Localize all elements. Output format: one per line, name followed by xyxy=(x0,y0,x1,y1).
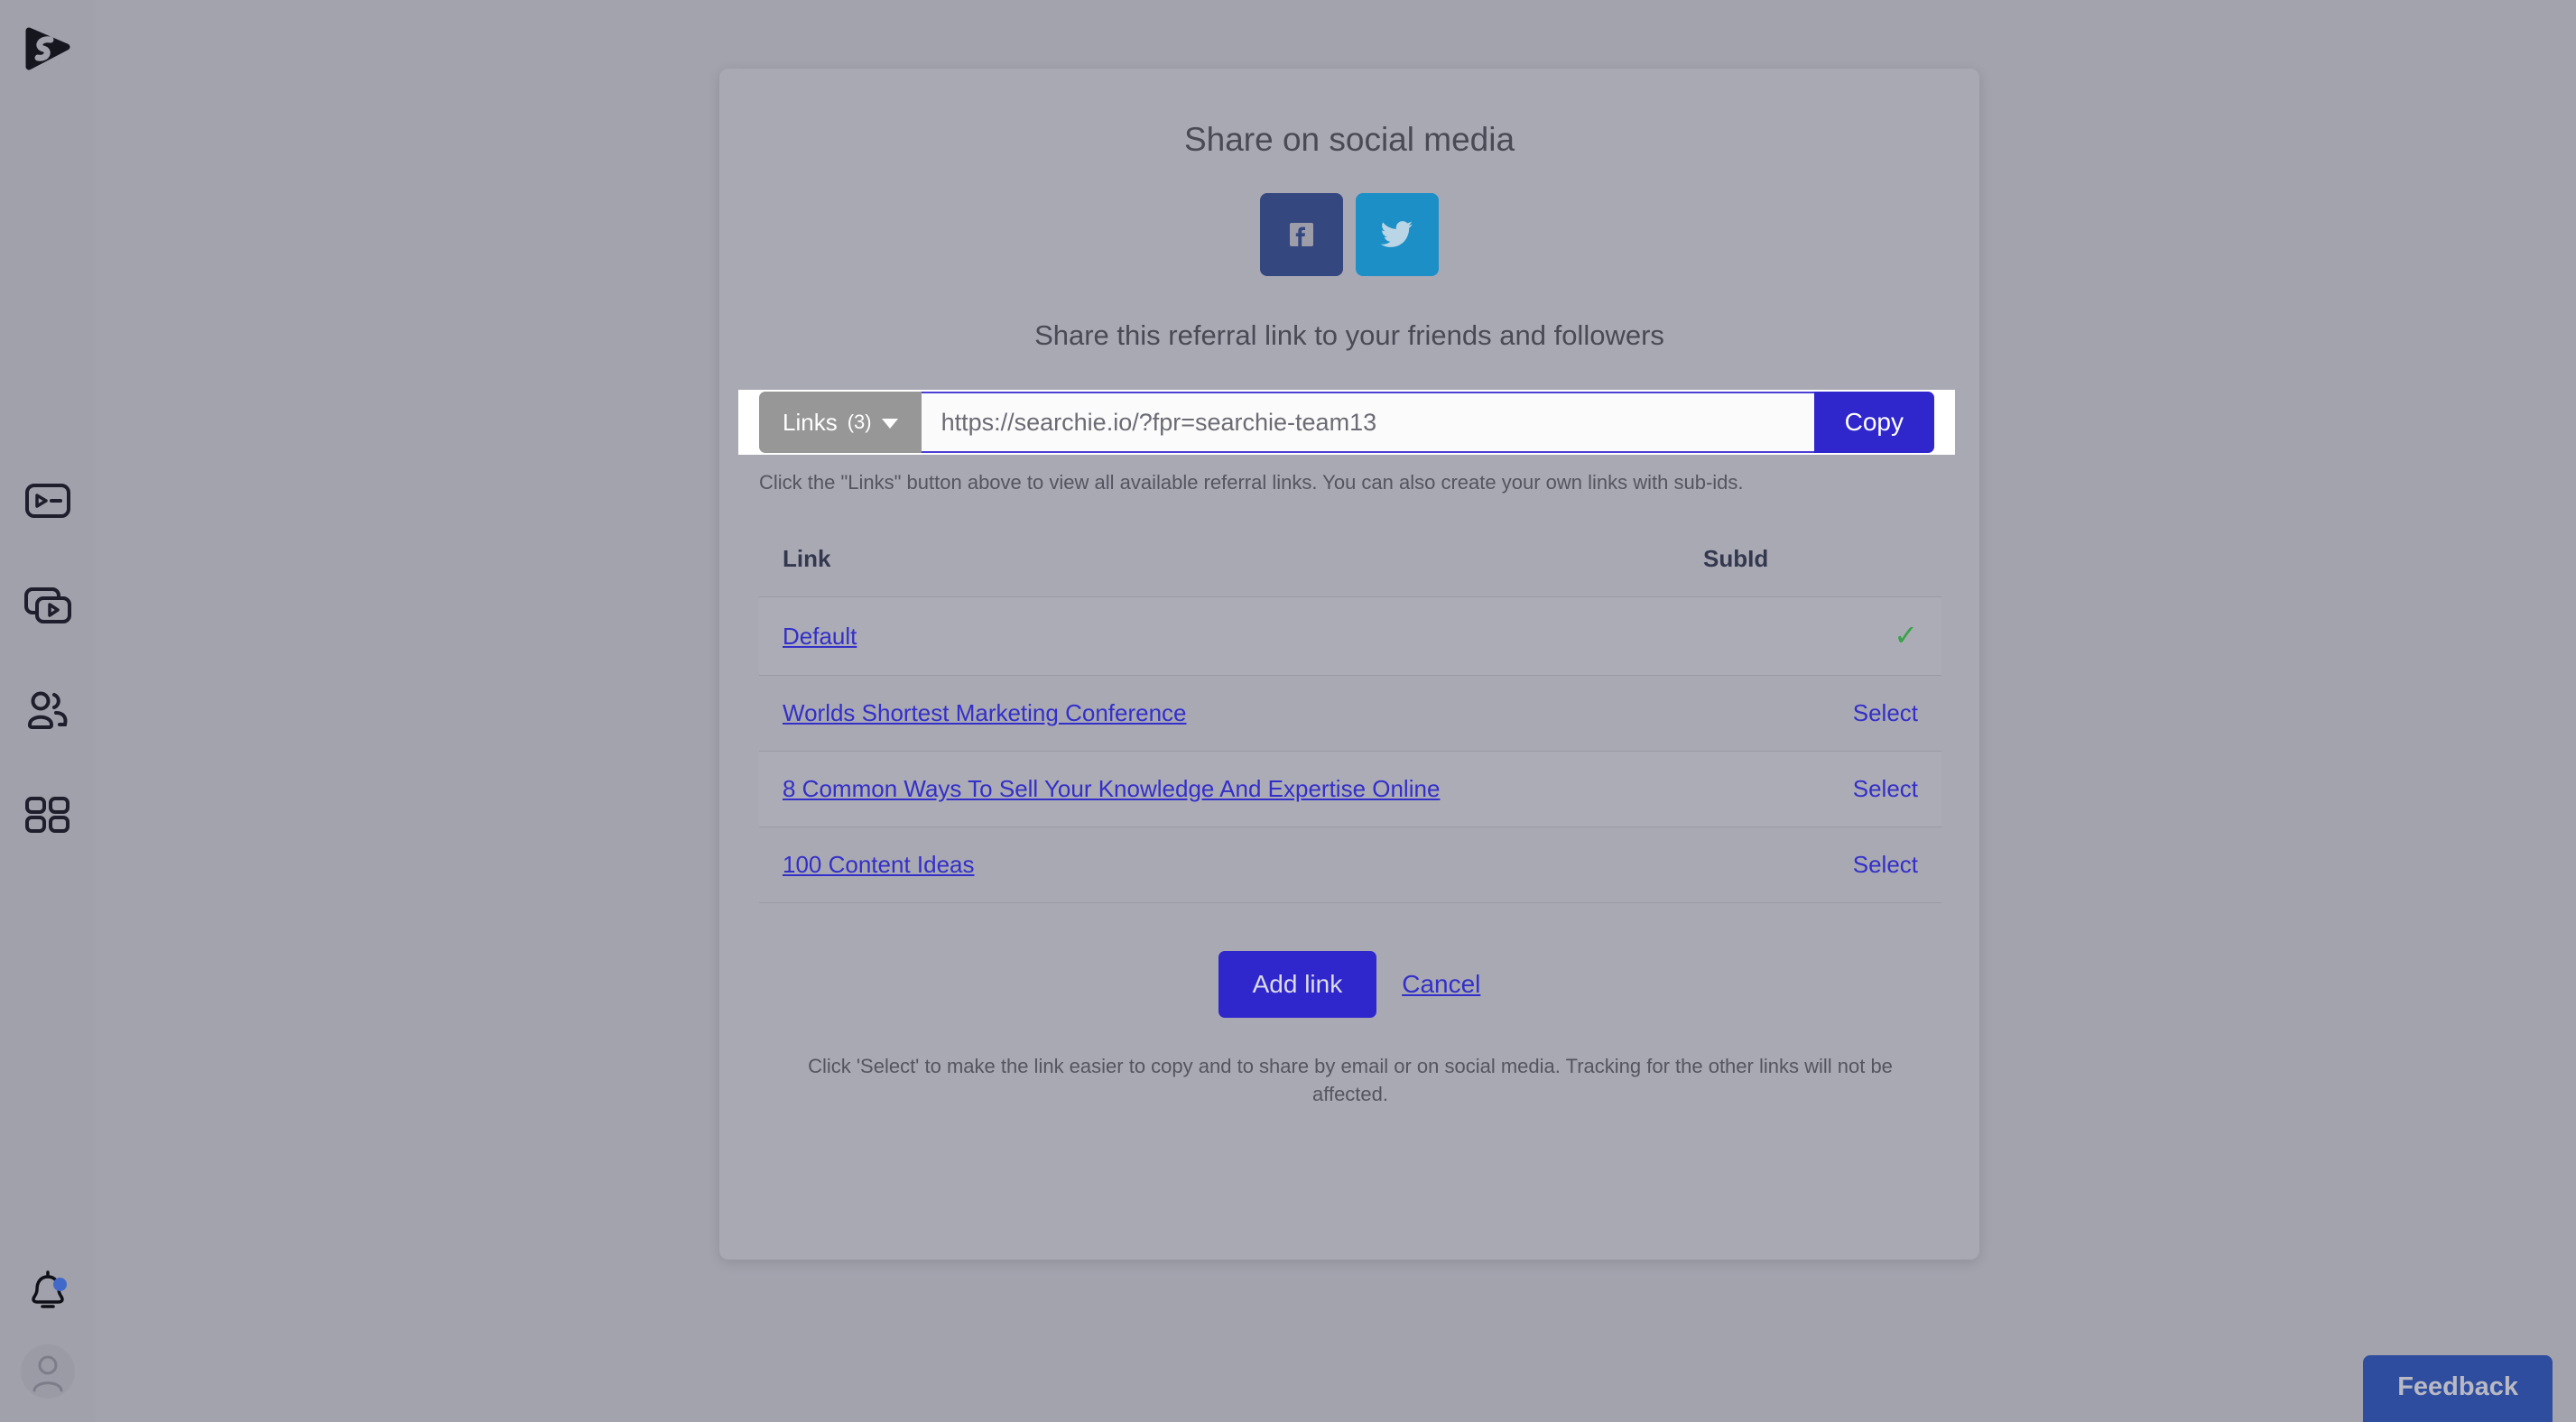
referral-link-input[interactable] xyxy=(921,392,1814,453)
table-cell-link: Default xyxy=(759,596,1680,676)
table-cell-action: Select xyxy=(1680,751,1941,827)
media-player-icon xyxy=(25,484,70,518)
sidebar-item-media[interactable] xyxy=(20,473,76,529)
user-avatar[interactable] xyxy=(21,1344,75,1399)
table-cell-action: Select xyxy=(1680,675,1941,752)
column-header-subid: SubId xyxy=(1703,545,1769,572)
share-modal: Share on social media Share this referra… xyxy=(719,69,1979,1260)
facebook-icon xyxy=(1290,223,1313,246)
notifications-button[interactable] xyxy=(23,1267,72,1316)
table-header-row: Link SubId xyxy=(759,545,1941,597)
user-avatar-icon xyxy=(32,1355,63,1392)
referral-link-name[interactable]: 8 Common Ways To Sell Your Knowledge And… xyxy=(783,775,1440,802)
modal-footer-note: Click 'Select' to make the link easier t… xyxy=(808,1055,1893,1106)
modal-title: Share on social media xyxy=(1183,121,1515,158)
table-row: 100 Content Ideas Select xyxy=(759,826,1941,903)
referral-heading: Share this referral link to your friends… xyxy=(1034,319,1664,351)
apps-grid-icon xyxy=(25,797,69,833)
audiences-icon xyxy=(28,691,68,729)
twitter-share-button[interactable] xyxy=(1356,193,1439,276)
links-dropdown-label: Links xyxy=(783,408,838,436)
table-row: Worlds Shortest Marketing Conference Sel… xyxy=(759,675,1941,752)
modal-actions: Add link Cancel xyxy=(719,951,1979,1018)
notification-badge-dot xyxy=(53,1278,67,1291)
referral-links-table: Link SubId Default ✓ Worlds Shortest Mar… xyxy=(759,545,1941,903)
searchie-logo[interactable] xyxy=(14,22,82,76)
app-root: Share on social media Share this referra… xyxy=(0,0,2576,1422)
sidebar-item-library[interactable] xyxy=(20,577,76,633)
referral-link-name[interactable]: 100 Content Ideas xyxy=(783,851,975,878)
referral-link-name[interactable]: Worlds Shortest Marketing Conference xyxy=(783,699,1187,726)
sidebar-item-apps[interactable] xyxy=(20,787,76,843)
copy-button[interactable]: Copy xyxy=(1813,392,1934,453)
bell-icon xyxy=(32,1270,64,1308)
table-row: 8 Common Ways To Sell Your Knowledge And… xyxy=(759,751,1941,827)
table-cell-link: Worlds Shortest Marketing Conference xyxy=(759,675,1680,752)
sidebar-nav xyxy=(20,473,76,843)
table-cell-link: 100 Content Ideas xyxy=(759,826,1680,903)
social-share-buttons xyxy=(719,193,1979,276)
select-link-button[interactable]: Select xyxy=(1853,699,1918,726)
left-sidebar xyxy=(0,0,96,1422)
twitter-icon xyxy=(1380,221,1413,247)
table-head: Link SubId xyxy=(759,545,1941,597)
facebook-share-button[interactable] xyxy=(1260,193,1343,276)
feedback-button[interactable]: Feedback xyxy=(2363,1355,2553,1422)
referral-link-name[interactable]: Default xyxy=(783,623,857,650)
table-cell-action: ✓ xyxy=(1680,596,1941,676)
video-library-icon xyxy=(24,587,71,623)
column-header-link: Link xyxy=(783,545,831,572)
select-link-button[interactable]: Select xyxy=(1853,775,1918,802)
searchie-logo-icon xyxy=(25,27,70,70)
referral-link-band: Links (3) Copy xyxy=(738,390,1955,455)
cancel-button[interactable]: Cancel xyxy=(1402,970,1480,999)
table-body: Default ✓ Worlds Shortest Marketing Conf… xyxy=(759,596,1941,903)
links-dropdown-count: (3) xyxy=(847,411,872,433)
links-helper-text: Click the "Links" button above to view a… xyxy=(759,471,1744,494)
table-cell-link: 8 Common Ways To Sell Your Knowledge And… xyxy=(759,751,1680,827)
chevron-down-icon xyxy=(881,419,898,429)
sidebar-item-audiences[interactable] xyxy=(20,682,76,738)
selected-check-icon: ✓ xyxy=(1894,619,1918,651)
sidebar-bottom xyxy=(0,1267,96,1399)
table-cell-action: Select xyxy=(1680,826,1941,903)
table-row: Default ✓ xyxy=(759,596,1941,676)
add-link-button[interactable]: Add link xyxy=(1218,951,1377,1018)
select-link-button[interactable]: Select xyxy=(1853,851,1918,878)
links-dropdown-button[interactable]: Links (3) xyxy=(759,392,922,453)
referral-link-row: Links (3) Copy xyxy=(759,392,1934,453)
